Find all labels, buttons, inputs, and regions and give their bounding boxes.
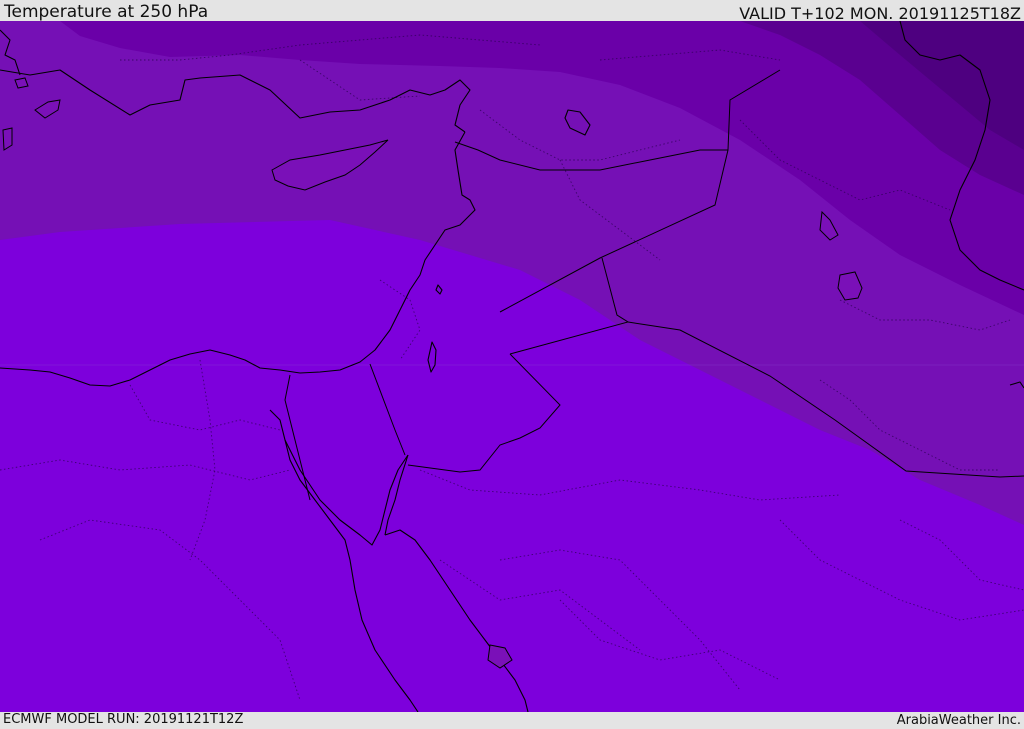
- weather-map: [0, 21, 1024, 712]
- valid-time-label: VALID T+102 MON. 20191125T18Z: [739, 4, 1021, 23]
- map-title: Temperature at 250 hPa: [4, 2, 209, 22]
- aegean-islet-1: [14, 77, 29, 89]
- footer-bar: ECMWF MODEL RUN: 20191121T12Z ArabiaWeat…: [0, 712, 1024, 729]
- map-viewer: Temperature at 250 hPa VALID T+102 MON. …: [0, 0, 1024, 729]
- header-bar: Temperature at 250 hPa VALID T+102 MON. …: [0, 0, 1024, 23]
- credit-label: ArabiaWeather Inc.: [896, 713, 1021, 728]
- model-run-label: ECMWF MODEL RUN: 20191121T12Z: [3, 712, 244, 727]
